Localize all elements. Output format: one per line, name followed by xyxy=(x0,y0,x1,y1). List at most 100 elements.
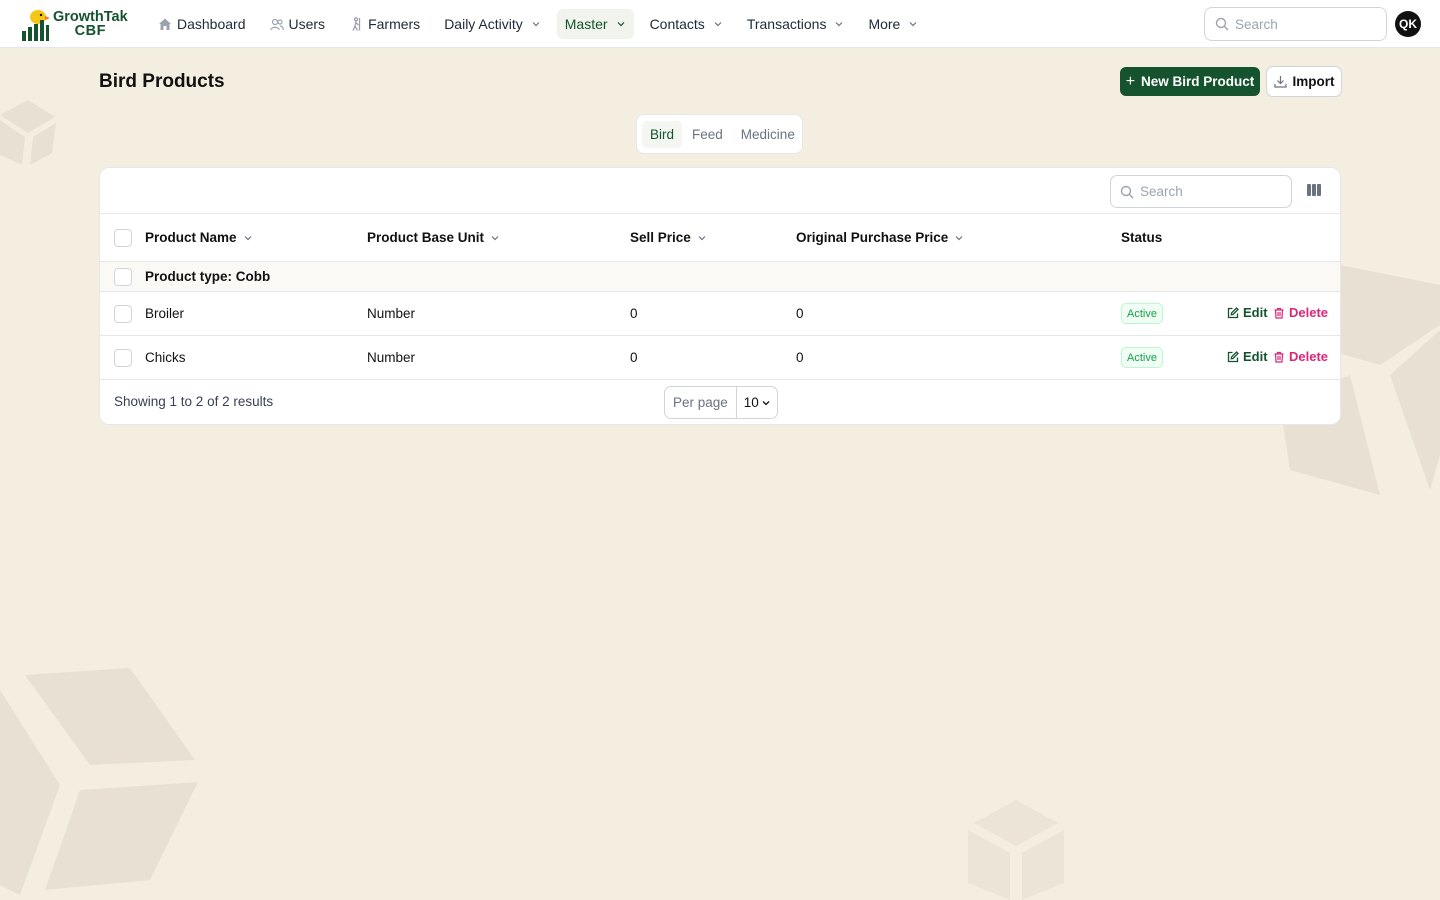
row-checkbox[interactable] xyxy=(114,305,132,323)
table-header-row: Product Name Product Base Unit Sell Pric… xyxy=(100,214,1340,262)
background-decoration-cube-bottom-center xyxy=(966,798,1066,900)
product-name-cell: Broiler xyxy=(145,306,185,321)
column-header-sell-price[interactable]: Sell Price xyxy=(630,230,707,245)
brand-name: GrowthTak xyxy=(53,9,128,25)
home-icon xyxy=(158,17,172,31)
search-icon xyxy=(1120,185,1134,199)
chevron-down-icon xyxy=(616,19,626,29)
chevron-down-icon xyxy=(761,398,771,408)
nav-item-users[interactable]: Users xyxy=(262,9,334,39)
nav-item-contacts[interactable]: Contacts xyxy=(642,9,731,39)
group-label: Product type: Cobb xyxy=(145,269,271,284)
chick-logo-icon xyxy=(22,10,50,41)
new-bird-product-button[interactable]: + New Bird Product xyxy=(1120,67,1260,96)
chevron-down-icon xyxy=(954,233,964,243)
product-unit-cell: Number xyxy=(367,306,416,321)
nav-item-farmers[interactable]: Farmers xyxy=(341,9,428,39)
nav-item-label: Transactions xyxy=(746,16,827,32)
import-button[interactable]: Import xyxy=(1266,66,1342,97)
chevron-down-icon xyxy=(834,19,844,29)
per-page-value[interactable]: 10 xyxy=(737,395,771,410)
nav-item-label: Contacts xyxy=(649,16,705,32)
sell-price-cell: 0 xyxy=(630,350,638,365)
background-decoration-cube-bottom-left xyxy=(0,665,200,895)
column-header-label: Product Base Unit xyxy=(367,230,485,245)
edit-icon xyxy=(1227,306,1239,319)
farmer-icon xyxy=(349,17,363,31)
status-badge: Active xyxy=(1121,347,1163,368)
column-header-label: Sell Price xyxy=(630,230,691,245)
import-label: Import xyxy=(1292,74,1335,89)
product-type-tabs: Bird Feed Medicine xyxy=(636,114,803,154)
chevron-down-icon xyxy=(908,19,918,29)
select-all-checkbox[interactable] xyxy=(114,229,132,247)
nav-item-label: Master xyxy=(564,16,608,32)
column-header-product-base-unit[interactable]: Product Base Unit xyxy=(367,230,500,245)
column-header-product-name[interactable]: Product Name xyxy=(145,230,253,245)
nav-item-master[interactable]: Master xyxy=(556,9,634,39)
edit-icon xyxy=(1227,350,1239,363)
chevron-down-icon xyxy=(713,19,723,29)
per-page-select[interactable]: Per page 10 xyxy=(664,386,778,419)
global-search[interactable] xyxy=(1204,7,1387,41)
sell-price-cell: 0 xyxy=(630,306,638,321)
top-navigation-bar: GrowthTak CBF Dashboard Users Farmers Da… xyxy=(0,0,1440,48)
new-bird-product-label: New Bird Product xyxy=(1141,74,1255,89)
pagination-summary: Showing 1 to 2 of 2 results xyxy=(114,394,274,409)
row-checkbox[interactable] xyxy=(114,349,132,367)
table-row: Broiler Number 0 0 Active Edit Delete xyxy=(100,292,1340,336)
nav-item-label: More xyxy=(868,16,901,32)
nav-item-label: Dashboard xyxy=(177,16,246,32)
search-icon xyxy=(1215,17,1229,31)
user-avatar[interactable]: QK xyxy=(1395,11,1421,37)
nav-item-more[interactable]: More xyxy=(860,9,926,39)
trash-icon xyxy=(1273,351,1285,363)
chevron-down-icon xyxy=(697,233,707,243)
tab-medicine[interactable]: Medicine xyxy=(733,121,803,148)
chevron-down-icon xyxy=(243,233,253,243)
table-search[interactable] xyxy=(1110,175,1292,208)
products-table-card: Product Name Product Base Unit Sell Pric… xyxy=(99,167,1341,425)
product-name-cell: Chicks xyxy=(145,350,186,365)
nav-item-daily-activity[interactable]: Daily Activity xyxy=(436,9,549,39)
tab-feed[interactable]: Feed xyxy=(684,121,731,148)
main-nav: Dashboard Users Farmers Daily Activity M… xyxy=(150,9,934,39)
group-checkbox[interactable] xyxy=(114,268,132,286)
table-toolbar xyxy=(100,168,1340,214)
product-unit-cell: Number xyxy=(367,350,416,365)
tab-bird[interactable]: Bird xyxy=(642,120,683,148)
column-header-status: Status xyxy=(1121,230,1163,245)
nav-item-dashboard[interactable]: Dashboard xyxy=(150,9,254,39)
edit-button[interactable]: Edit xyxy=(1227,305,1268,320)
delete-button[interactable]: Delete xyxy=(1273,349,1328,364)
nav-item-transactions[interactable]: Transactions xyxy=(739,9,853,39)
nav-item-label: Daily Activity xyxy=(444,16,523,32)
original-purchase-price-cell: 0 xyxy=(796,306,804,321)
nav-item-label: Farmers xyxy=(368,16,421,32)
trash-icon xyxy=(1273,307,1285,319)
brand-subtitle: CBF xyxy=(74,23,106,39)
nav-item-label: Users xyxy=(288,16,326,32)
global-search-input[interactable] xyxy=(1235,16,1375,32)
users-icon xyxy=(269,17,284,31)
chevron-down-icon xyxy=(490,233,500,243)
background-decoration-cube-top-left xyxy=(0,95,60,170)
per-page-value-text: 10 xyxy=(743,395,759,410)
delete-label: Delete xyxy=(1289,349,1329,364)
column-header-label: Original Purchase Price xyxy=(796,230,949,245)
page-title: Bird Products xyxy=(99,71,225,92)
per-page-label: Per page xyxy=(665,387,737,418)
download-icon xyxy=(1273,75,1287,88)
table-search-input[interactable] xyxy=(1140,184,1280,199)
brand-logo[interactable]: GrowthTak CBF xyxy=(20,7,128,41)
column-header-original-purchase-price[interactable]: Original Purchase Price xyxy=(796,230,964,245)
column-header-label: Product Name xyxy=(145,230,237,245)
original-purchase-price-cell: 0 xyxy=(796,350,804,365)
edit-label: Edit xyxy=(1243,349,1268,364)
edit-label: Edit xyxy=(1243,305,1268,320)
edit-button[interactable]: Edit xyxy=(1227,349,1268,364)
delete-button[interactable]: Delete xyxy=(1273,305,1328,320)
table-row: Chicks Number 0 0 Active Edit Delete xyxy=(100,336,1340,380)
plus-icon: + xyxy=(1125,72,1136,90)
columns-toggle-icon[interactable] xyxy=(1306,183,1322,197)
